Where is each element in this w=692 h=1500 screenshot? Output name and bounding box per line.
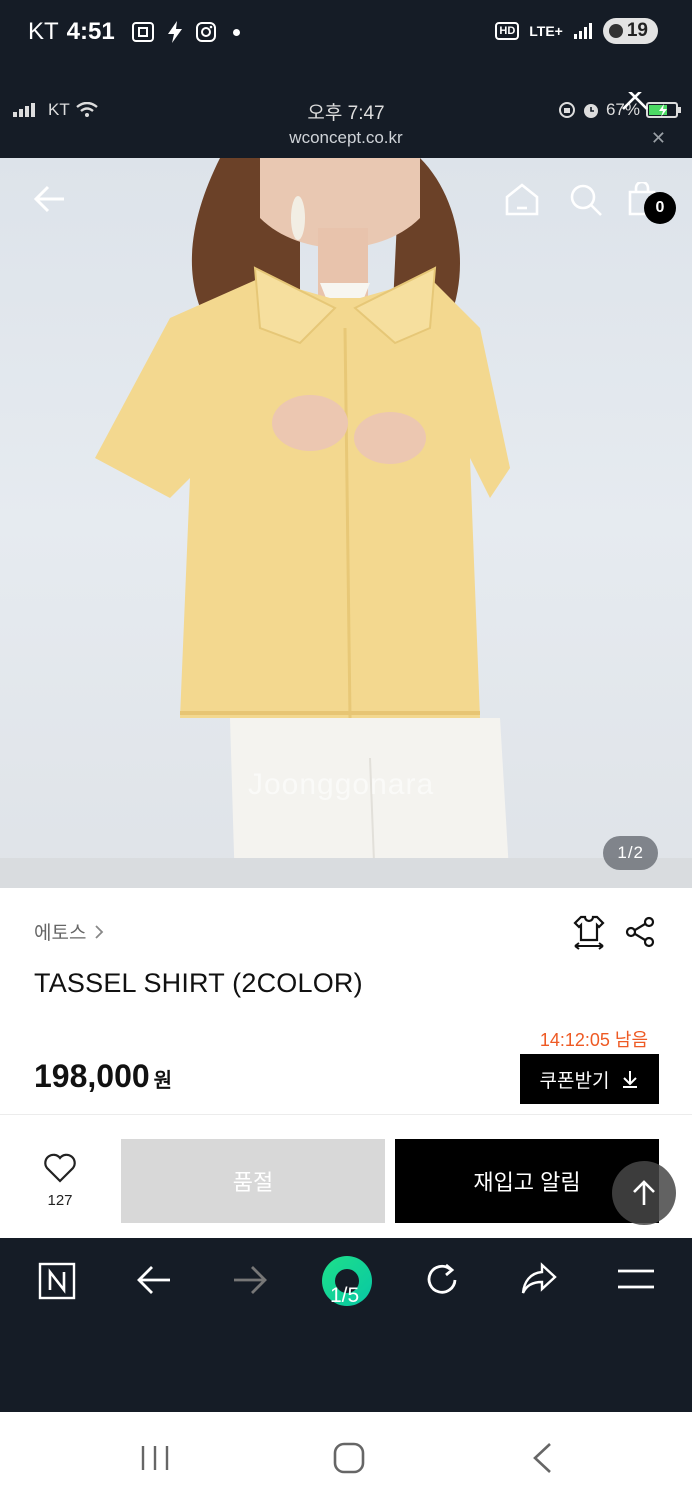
battery-saver-icon [608, 24, 623, 38]
inner-battery-icon [646, 102, 681, 118]
coupon-button-label: 쿠폰받기 [539, 1070, 610, 1092]
search-icon[interactable] [568, 182, 604, 218]
like-count: 127 [47, 1192, 73, 1209]
heart-icon [44, 1153, 76, 1183]
refresh-icon[interactable] [424, 1262, 460, 1298]
price-value: 198,000 [34, 1058, 150, 1094]
inner-status-bar: KT 오후 7:47 67% wconcept.co.kr ✕ [0, 92, 692, 158]
price-currency: 원 [153, 1070, 173, 1092]
recent-apps-icon[interactable] [140, 1444, 170, 1472]
instagram-icon [195, 22, 216, 42]
battery-level: 19 [626, 20, 648, 41]
browser-forward-icon[interactable] [232, 1264, 268, 1296]
notification-dot-icon [232, 28, 240, 36]
network-type: LTE+ [529, 23, 563, 39]
signal-icon [573, 23, 592, 39]
like-button[interactable]: 127 [30, 1153, 90, 1209]
coupon-timer: 14:12:05 남음 [539, 1030, 648, 1050]
browser-back-icon[interactable] [136, 1264, 172, 1296]
browser-toolbar: 1/5 [0, 1238, 692, 1322]
purchase-action-bar: 127 품절 재입고 알림 [0, 1114, 692, 1238]
download-icon [623, 1071, 638, 1088]
android-navigation-bar [0, 1412, 692, 1500]
viewer-close-icon[interactable] [620, 92, 650, 112]
outer-carrier: KT [28, 18, 59, 45]
home-icon[interactable] [504, 182, 540, 216]
product-price: 198,000 원 [34, 1058, 172, 1095]
share-icon[interactable] [624, 916, 656, 948]
hd-voice-badge: HD [495, 22, 520, 40]
screenshot-icon [131, 22, 154, 42]
product-info: 에토스 TASSEL SHIRT (2COLOR) 14:12:05 남음 19… [0, 888, 692, 1114]
outer-status-bar: KT 4:51 HD LTE+ 19 [0, 0, 692, 92]
back-arrow-icon[interactable] [32, 184, 66, 214]
size-guide-icon[interactable] [572, 914, 606, 950]
tab-count: 1/5 [330, 1284, 360, 1307]
product-image[interactable]: Joonggonara 0 1/2 [0, 158, 692, 888]
battery-indicator: 19 [602, 18, 658, 44]
image-page-indicator: 1/2 [603, 836, 658, 870]
watermark: Joonggonara [248, 768, 435, 801]
outer-clock: 4:51 [66, 18, 115, 45]
browser-share-icon[interactable] [520, 1262, 558, 1296]
brand-name: 에토스 [34, 923, 87, 944]
home-nav-icon[interactable] [333, 1442, 365, 1474]
menu-icon[interactable] [616, 1268, 656, 1290]
product-title: TASSEL SHIRT (2COLOR) [34, 968, 363, 998]
cart-count-badge: 0 [644, 192, 676, 224]
flash-icon [167, 21, 182, 43]
arrow-up-icon [633, 1180, 655, 1205]
browser-url: wconcept.co.kr [289, 128, 403, 147]
brand-link[interactable]: 에토스 [34, 918, 104, 945]
url-close-icon[interactable]: ✕ [651, 128, 666, 149]
viewed-screenshot: KT 오후 7:47 67% wconcept.co.kr ✕ Joonggon… [0, 92, 692, 1322]
rotation-lock-icon [558, 102, 575, 118]
alarm-icon [583, 104, 598, 118]
soldout-button[interactable]: 품절 [121, 1139, 385, 1223]
scroll-to-top-button[interactable] [612, 1161, 676, 1225]
back-nav-icon[interactable] [530, 1442, 554, 1474]
naver-n-icon[interactable] [38, 1262, 76, 1300]
get-coupon-button[interactable]: 쿠폰받기 [520, 1054, 659, 1104]
chevron-right-icon [95, 924, 104, 939]
